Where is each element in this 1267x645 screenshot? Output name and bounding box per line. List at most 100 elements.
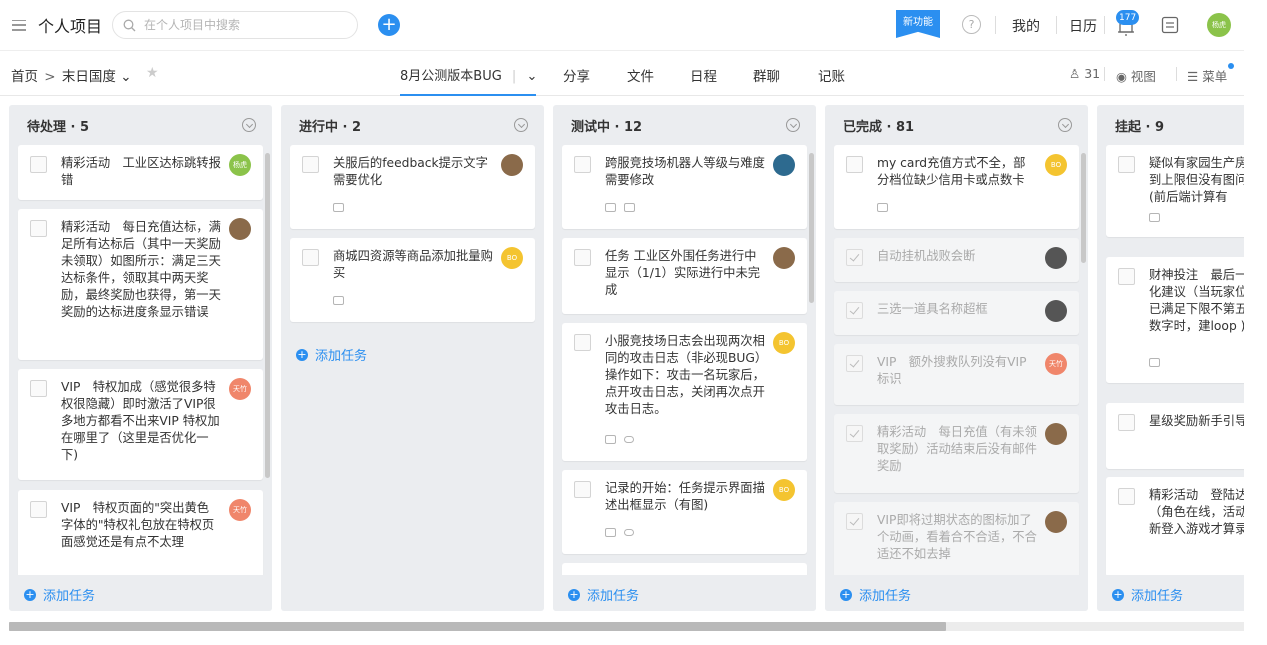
hamburger-menu-icon[interactable] [12, 19, 26, 31]
task-title: VIP即将过期状态的图标加了个动画，看着合不合适，不合适还不如去掉 [877, 513, 1037, 561]
task-checkbox[interactable] [302, 156, 319, 173]
task-checkbox[interactable] [574, 249, 591, 266]
task-checkbox-checked[interactable] [846, 425, 863, 442]
add-task-button[interactable]: + 添加任务 [296, 345, 367, 364]
task-card-completed[interactable]: 三选一道具名称超框 [834, 291, 1079, 335]
task-card[interactable]: VIP 特权页面的"突出黄色字体的"特权礼包放在特权页面感觉还是有点不太理 天竹 [18, 490, 263, 580]
task-card-completed[interactable]: 精彩活动 每日充值（有未领取奖励）活动结束后没有邮件奖励 [834, 414, 1079, 493]
calendar-link[interactable]: 日历 [1069, 16, 1097, 36]
task-checkbox[interactable] [30, 380, 47, 397]
add-task-button[interactable]: + 添加任务 [840, 585, 911, 604]
nav-files[interactable]: 文件 [627, 65, 654, 85]
view-button[interactable]: ◉ 视图 [1116, 66, 1156, 85]
assignee-avatar[interactable]: 天竹 [1045, 353, 1067, 375]
task-checkbox[interactable] [846, 156, 863, 173]
task-checkbox[interactable] [302, 249, 319, 266]
star-icon[interactable]: ★ [146, 65, 159, 81]
chevron-down-icon[interactable]: ⌄ [120, 69, 131, 85]
task-checkbox[interactable] [30, 501, 47, 518]
task-card[interactable]: 精彩活动 工业区达标跳转报错 杨虎 [18, 145, 263, 200]
project-title[interactable]: 个人项目 [38, 13, 102, 37]
task-card[interactable]: 记录的开始：任务提示界面描述出框显示（有图) BO [562, 470, 807, 554]
chevron-down-icon[interactable]: ⌄ [526, 69, 537, 84]
task-card-completed[interactable]: VIP 额外搜救队列没有VIP标识 天竹 [834, 344, 1079, 405]
assignee-avatar[interactable] [1045, 423, 1067, 445]
task-checkbox[interactable] [1118, 488, 1135, 505]
assignee-avatar[interactable] [1045, 300, 1067, 322]
task-card[interactable]: 商城四资源等商品添加批量购买 BO [290, 238, 535, 322]
task-checkbox[interactable] [574, 156, 591, 173]
horizontal-scrollbar[interactable] [9, 622, 1244, 631]
search-box[interactable] [112, 11, 359, 39]
notification-bell-icon[interactable]: 177 [1114, 10, 1140, 38]
collapse-icon[interactable] [242, 118, 256, 132]
task-card[interactable]: 疑似有家园生产房达到上限但没有图问题(前后端计算有 [1106, 145, 1244, 237]
create-plus-button[interactable]: + [378, 14, 401, 36]
breadcrumb-project[interactable]: 末日国度 [62, 69, 116, 85]
task-card[interactable]: 精彩活动 登陆达（角色在线，活动重新登入游戏才算录) [1106, 477, 1244, 577]
assignee-avatar[interactable] [773, 154, 795, 176]
task-checkbox[interactable] [30, 220, 47, 237]
nav-schedule[interactable]: 日程 [690, 65, 717, 85]
task-card[interactable]: 关服后的feedback提示文字需要优化 [290, 145, 535, 229]
assignee-avatar[interactable] [1045, 511, 1067, 533]
assignee-avatar[interactable]: BO [773, 479, 795, 501]
column-header: 进行中 · 2 [299, 119, 362, 135]
task-card[interactable]: my card充值方式不全，部分档位缺少信用卡或点数卡 BO [834, 145, 1079, 229]
task-checkbox[interactable] [1118, 268, 1135, 285]
collapse-icon[interactable] [514, 118, 528, 132]
task-card[interactable]: 跨服竞技场机器人等级与难度需要修改 [562, 145, 807, 229]
task-checkbox[interactable] [574, 334, 591, 351]
task-checkbox-checked[interactable] [846, 355, 863, 372]
assignee-avatar[interactable] [229, 218, 251, 240]
task-card[interactable]: 任务 工业区外围任务进行中显示（1/1）实际进行中未完成 [562, 238, 807, 314]
add-task-button[interactable]: + 添加任务 [1112, 585, 1183, 604]
assignee-avatar[interactable]: 天竹 [229, 499, 251, 521]
assignee-avatar[interactable]: 杨虎 [229, 154, 251, 176]
assignee-avatar[interactable] [501, 154, 523, 176]
scrollbar-thumb[interactable] [9, 622, 946, 631]
task-checkbox-checked[interactable] [846, 513, 863, 530]
task-checkbox[interactable] [574, 481, 591, 498]
assignee-avatar[interactable] [1045, 247, 1067, 269]
column-scrollbar[interactable] [265, 153, 270, 478]
mine-link[interactable]: 我的 [1012, 16, 1040, 36]
members-button[interactable]: ♙ 31 [1069, 66, 1100, 81]
assignee-avatar[interactable] [773, 247, 795, 269]
task-title: 记录的开始：任务提示界面描述出框显示（有图) [605, 481, 765, 512]
plus-icon: + [24, 587, 36, 601]
assignee-avatar[interactable]: BO [773, 332, 795, 354]
column-scrollbar[interactable] [1081, 153, 1086, 263]
collapse-icon[interactable] [786, 118, 800, 132]
nav-group-chat[interactable]: 群聊 [753, 65, 780, 85]
help-icon[interactable]: ? [962, 15, 981, 34]
add-task-button[interactable]: + 添加任务 [568, 585, 639, 604]
assignee-avatar[interactable]: BO [1045, 154, 1067, 176]
search-input[interactable] [144, 18, 345, 32]
nav-share[interactable]: 分享 [563, 65, 590, 85]
search-icon [123, 19, 136, 31]
user-avatar[interactable]: 杨虎 [1207, 13, 1231, 37]
breadcrumb-home[interactable]: 首页 [11, 69, 38, 85]
task-card[interactable]: 财神投注 最后一优化建议（当玩家位数已满足下限不第五位数字时，建loop ) [1106, 257, 1244, 383]
task-checkbox[interactable] [1118, 156, 1135, 173]
add-task-button[interactable]: + 添加任务 [24, 585, 95, 604]
assignee-avatar[interactable]: BO [501, 247, 523, 269]
assignee-avatar[interactable]: 天竹 [229, 378, 251, 400]
tab-board-view[interactable]: 8月公测版本BUG | ⌄ [400, 65, 537, 84]
menu-button[interactable]: ☰ 菜单 [1187, 66, 1227, 85]
collapse-icon[interactable] [1058, 118, 1072, 132]
nav-accounting[interactable]: 记账 [818, 65, 845, 85]
task-card[interactable]: 星级奖励新手引导加 [1106, 403, 1244, 469]
task-checkbox-checked[interactable] [846, 249, 863, 266]
task-card-completed[interactable]: 自动挂机战败会断 [834, 238, 1079, 282]
column-scrollbar[interactable] [809, 153, 814, 303]
task-card[interactable]: VIP 特权加成（感觉很多特权很隐藏）即时激活了VIP很多地方都看不出来VIP … [18, 369, 263, 480]
task-card[interactable]: 精彩活动 每日充值达标，满足所有达标后（其中一天奖励未领取）如图所示：满足三天达… [18, 209, 263, 360]
task-card[interactable]: 小服竞技场日志会出现两次相同的攻击日志（非必现BUG）操作如下：攻击一名玩家后，… [562, 323, 807, 461]
task-checkbox[interactable] [30, 156, 47, 173]
task-checkbox-checked[interactable] [846, 302, 863, 319]
message-icon[interactable] [1161, 16, 1179, 34]
task-card-completed[interactable]: VIP即将过期状态的图标加了个动画，看着合不合适，不合适还不如去掉 [834, 502, 1079, 582]
task-checkbox[interactable] [1118, 414, 1135, 431]
